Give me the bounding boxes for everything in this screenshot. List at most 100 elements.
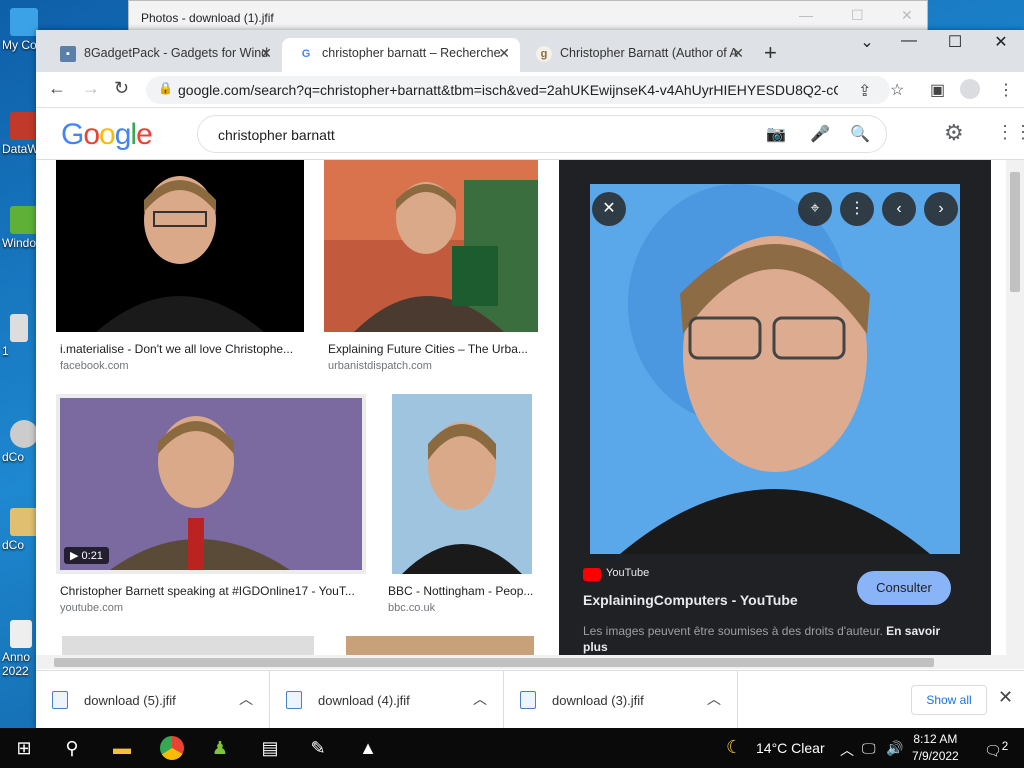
desktop-icon-dco-1[interactable]: dCo xyxy=(2,420,38,464)
lens-search-icon[interactable]: ⌖ xyxy=(798,192,832,226)
result-source-1: facebook.com xyxy=(60,360,129,372)
preview-source: YouTube xyxy=(606,567,650,579)
maximize-icon[interactable]: ☐ xyxy=(851,7,864,24)
notifications-icon[interactable]: 🗨2 xyxy=(984,740,1008,760)
android-icon[interactable]: ♟ xyxy=(208,736,232,760)
desktop-icon-label: My Co xyxy=(2,38,37,52)
goodreads-icon: g xyxy=(536,46,552,62)
tab-goodreads[interactable]: g Christopher Barnatt (Author of A ✕ xyxy=(520,38,754,72)
desktop-icon-anno[interactable]: Anno 2022 xyxy=(2,620,38,678)
close-preview-icon[interactable]: ✕ xyxy=(592,192,626,226)
photos-icon[interactable]: ▲ xyxy=(356,736,380,760)
clock-time: 8:12 AM xyxy=(913,732,958,746)
preview-image[interactable]: ✕ ⌖ ⋮ ‹ › xyxy=(590,184,960,554)
reload-icon[interactable]: ↻ xyxy=(114,78,129,99)
tab-label: 8GadgetPack - Gadgets for Wind xyxy=(84,46,269,60)
close-window-icon[interactable]: ✕ xyxy=(986,32,1016,52)
vertical-scroll-thumb[interactable] xyxy=(1010,172,1020,292)
desktop-icon-windows[interactable]: Windo xyxy=(2,206,38,250)
horizontal-scrollbar[interactable] xyxy=(36,655,1024,669)
result-image-1[interactable] xyxy=(56,160,304,332)
result-image-2[interactable] xyxy=(324,160,538,332)
photos-window[interactable]: Photos - download (1).jfif — ☐ ✕ xyxy=(128,0,928,34)
new-tab-icon[interactable]: + xyxy=(764,40,777,66)
apps-grid-icon[interactable]: ⋮⋮ xyxy=(996,122,1024,143)
previous-image-icon[interactable]: ‹ xyxy=(882,192,916,226)
close-icon[interactable]: ✕ xyxy=(901,7,913,24)
search-input[interactable]: christopher barnatt xyxy=(218,127,335,143)
result-image-3[interactable]: ▶ 0:21 xyxy=(56,394,366,574)
paint-icon[interactable]: ✎ xyxy=(306,736,330,760)
visit-button[interactable]: Consulter xyxy=(857,571,951,605)
chevron-up-icon[interactable]: ︿ xyxy=(473,689,487,709)
minimize-icon[interactable]: — xyxy=(894,32,924,50)
share-icon[interactable]: ⇪ xyxy=(858,81,871,101)
bookmark-star-icon[interactable]: ☆ xyxy=(890,80,904,100)
google-logo-letter: o xyxy=(83,118,100,151)
copyright-notice: Les images peuvent être soumises à des d… xyxy=(583,623,963,655)
chrome-icon[interactable] xyxy=(160,736,184,760)
windows-start-icon[interactable]: ⊞ xyxy=(12,736,36,760)
search-icon[interactable]: ⚲ xyxy=(60,736,84,760)
camera-icon[interactable]: 📷 xyxy=(766,124,786,144)
desktop-icon-label: dCo xyxy=(2,538,25,552)
menu-kebab-icon[interactable]: ⋮ xyxy=(998,80,1014,100)
download-item[interactable]: download (4).jfif ︿ xyxy=(270,671,504,729)
microphone-icon[interactable]: 🎤 xyxy=(810,124,830,144)
desktop-icon-my-computer[interactable]: My Co xyxy=(2,8,38,52)
horizontal-scroll-thumb[interactable] xyxy=(54,658,934,667)
lock-icon: 🔒 xyxy=(158,81,173,95)
chevron-up-icon[interactable]: ︿ xyxy=(707,689,721,709)
preview-title[interactable]: ExplainingComputers - YouTube xyxy=(583,592,798,608)
downloads-bar: download (5).jfif ︿ download (4).jfif ︿ do… xyxy=(36,670,1024,729)
desktop-icon-dataw[interactable]: DataW xyxy=(2,112,39,156)
app-icon[interactable]: ▤ xyxy=(258,736,282,760)
search-icon[interactable]: 🔍 xyxy=(850,124,870,144)
more-options-icon[interactable]: ⋮ xyxy=(840,192,874,226)
result-caption-2[interactable]: Explaining Future Cities – The Urba... xyxy=(328,342,534,356)
minimize-icon[interactable]: — xyxy=(799,7,813,23)
video-duration: 0:21 xyxy=(81,550,103,562)
file-explorer-icon[interactable]: ▬ xyxy=(110,736,134,760)
close-tab-icon[interactable]: ✕ xyxy=(732,38,744,68)
settings-gear-icon[interactable]: ⚙ xyxy=(944,120,964,146)
desktop-icon-file[interactable]: 1 xyxy=(2,314,38,358)
taskbar: ⊞ ⚲ ▬ ♟ ▤ ✎ ▲ ☾ 14°C Clear ︿ 🖵 🔊 8:12 AM… xyxy=(0,728,1024,768)
chevron-up-icon[interactable]: ︿ xyxy=(239,689,253,709)
result-caption-4[interactable]: BBC - Nottingham - Peop... xyxy=(388,584,538,598)
address-bar[interactable]: 🔒 google.com/search?q=christopher+barnat… xyxy=(146,76,890,104)
tab-gadgetpack[interactable]: ▪ 8GadgetPack - Gadgets for Wind ✕ xyxy=(44,38,282,72)
next-image-icon[interactable]: › xyxy=(924,192,958,226)
google-logo[interactable]: Google xyxy=(61,118,153,152)
search-box[interactable]: christopher barnatt 📷 🎤 🔍 xyxy=(197,115,887,153)
file-icon xyxy=(286,691,302,709)
result-caption-3[interactable]: Christopher Barnett speaking at #IGDOnli… xyxy=(60,584,360,598)
close-tab-icon[interactable]: ✕ xyxy=(260,38,272,68)
weather-text[interactable]: 14°C Clear xyxy=(756,740,825,756)
network-icon[interactable]: 🖵 xyxy=(862,740,876,757)
volume-icon[interactable]: 🔊 xyxy=(886,740,903,757)
profile-avatar-icon[interactable] xyxy=(960,79,980,99)
side-panel-icon[interactable]: ▣ xyxy=(930,80,945,100)
close-tab-icon[interactable]: ✕ xyxy=(498,38,510,68)
forward-arrow-icon[interactable]: → xyxy=(82,78,100,99)
back-arrow-icon[interactable]: ← xyxy=(48,78,66,99)
tab-google-search[interactable]: G christopher barnatt – Recherche ✕ xyxy=(282,38,520,72)
result-image-5[interactable] xyxy=(62,636,314,655)
gadgetpack-icon: ▪ xyxy=(60,46,76,62)
download-item[interactable]: download (5).jfif ︿ xyxy=(36,671,270,729)
close-downloads-icon[interactable]: ✕ xyxy=(998,687,1013,708)
result-image-6[interactable] xyxy=(346,636,534,655)
result-caption-1[interactable]: i.materialise - Don't we all love Christ… xyxy=(60,342,300,356)
vertical-scrollbar[interactable] xyxy=(1006,160,1024,655)
show-all-button[interactable]: Show all xyxy=(911,685,987,715)
show-hidden-icons-chevron-icon[interactable]: ︿ xyxy=(840,740,854,760)
desktop-icon-dco-2[interactable]: dCo xyxy=(2,508,38,552)
taskbar-clock[interactable]: 8:12 AM 7/9/2022 xyxy=(912,731,959,765)
result-image-4[interactable] xyxy=(392,394,532,574)
download-item[interactable]: download (3).jfif ︿ xyxy=(504,671,738,729)
desktop-icon-label: dCo xyxy=(2,450,25,464)
tab-search-chevron-icon[interactable]: ⌄ xyxy=(852,32,882,52)
preview-panel: ✕ ⌖ ⋮ ‹ › YouTube ExplainingComputers - … xyxy=(559,160,991,655)
maximize-icon[interactable]: ☐ xyxy=(940,32,970,52)
